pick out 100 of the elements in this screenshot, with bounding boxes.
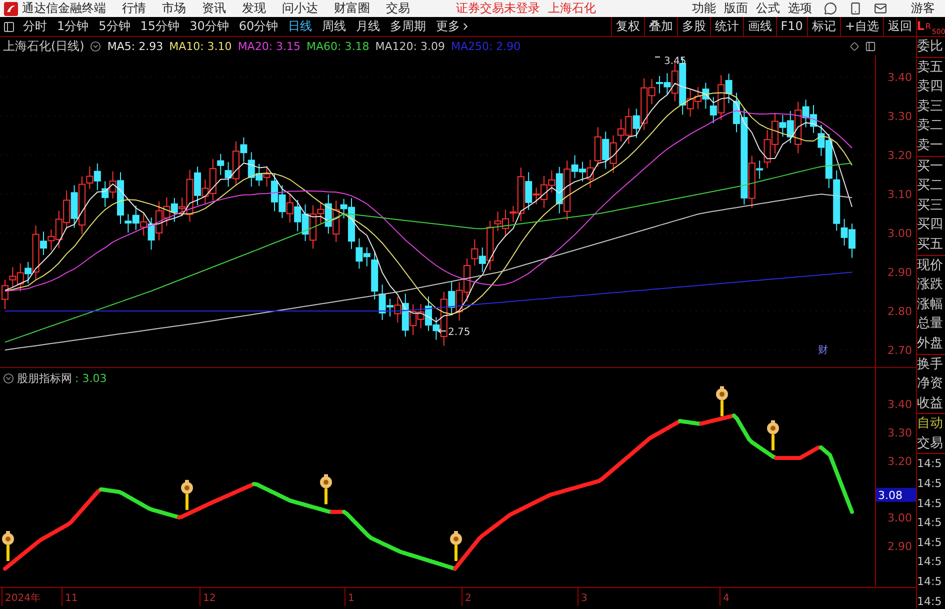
indicator-value: MA5: 2.93	[107, 40, 164, 52]
user-label[interactable]: 游客	[911, 0, 935, 17]
current-value-label: 3.08	[876, 488, 916, 502]
indicator-value: MA120: 3.09	[375, 40, 445, 52]
period-tab[interactable]: 日线	[283, 18, 318, 35]
period-tab[interactable]: 5分钟	[94, 18, 136, 35]
toolbar-button[interactable]: 返回	[883, 17, 916, 36]
trade-time: 14:5	[917, 574, 943, 590]
dropdown-icon[interactable]	[3, 373, 14, 384]
trade-time: 14:5	[917, 456, 943, 472]
axis-label: 3.20	[888, 149, 912, 162]
period-tab[interactable]: 多周期	[385, 18, 432, 35]
menu-item[interactable]: 市场	[162, 0, 186, 17]
dropdown-icon[interactable]	[90, 40, 102, 52]
quote-label: 换手	[917, 356, 944, 374]
indicator-value: : 3.03	[75, 372, 107, 385]
toolbar-button[interactable]: 标记	[806, 17, 840, 36]
menu-item[interactable]: 版面	[724, 0, 748, 17]
low-price-annotation: 2.75	[438, 327, 470, 338]
trade-time: 14:5	[917, 534, 943, 551]
axis-label: 3.40	[888, 71, 912, 84]
toolbar-button[interactable]: +自选	[840, 17, 883, 36]
toolbar-button[interactable]: 统计	[710, 17, 743, 36]
indicator-value: MA20: 3.15	[238, 40, 301, 52]
menu-item[interactable]: 功能	[692, 0, 716, 17]
diamond-icon[interactable]	[850, 42, 859, 50]
money-bag-icon	[320, 474, 332, 504]
chat-bubble-icon[interactable]	[824, 2, 837, 15]
trade-time: 14:5	[917, 594, 943, 609]
quote-label: 外盘	[917, 334, 944, 353]
axis-label: 3.40	[888, 398, 912, 411]
period-tab[interactable]: 分时	[18, 18, 52, 35]
quote-label: 卖二	[917, 117, 944, 136]
money-bag-icon	[767, 420, 779, 450]
quote-label: 买四	[917, 216, 944, 234]
finance-marker[interactable]: 财	[818, 345, 828, 356]
toolbar-button[interactable]: 复权	[610, 17, 644, 36]
menu-item[interactable]: 发现	[242, 0, 266, 17]
menu-item[interactable]: 行情	[122, 0, 146, 17]
trade-time: 14:5	[917, 515, 943, 532]
toolbar-button[interactable]: 多股	[676, 17, 710, 36]
axis-label: 3.30	[888, 110, 912, 123]
axis-label: 3.00	[888, 512, 912, 525]
quote-label: 买五	[917, 236, 944, 254]
login-notice: 证券交易未登录	[456, 0, 540, 17]
axis-label: 2.70	[888, 344, 912, 357]
trade-time: 14:5	[917, 554, 943, 570]
quote-label: 涨幅	[917, 296, 944, 314]
mail-icon[interactable]	[874, 2, 887, 15]
axis-label: 2.80	[888, 305, 912, 318]
axis-label: 3.30	[888, 426, 912, 440]
period-tab[interactable]: 15分钟	[135, 18, 185, 35]
axis-label: 12	[203, 593, 216, 604]
indicator-value: MA250: 2.90	[450, 40, 521, 52]
chart-title: 上海石化(日线)	[3, 38, 84, 54]
quote-label: 涨跌	[917, 276, 944, 294]
trade-time: 14:5	[917, 496, 943, 512]
axis-label: 3.10	[888, 188, 912, 201]
toolbar-button[interactable]: 叠加	[644, 17, 677, 36]
indicator-value: MA60: 3.18	[306, 40, 370, 52]
quote-label: 卖一	[917, 136, 944, 155]
period-tab[interactable]: 1分钟	[52, 18, 94, 35]
menu-item[interactable]: 公式	[756, 0, 780, 17]
quote-label: 总量	[917, 315, 944, 334]
quote-label: 现价	[917, 256, 944, 275]
indicator-title: 股朋指标网	[17, 371, 72, 386]
toolbar-button[interactable]: F10	[776, 17, 807, 36]
period-tab[interactable]: 60分钟	[234, 18, 284, 35]
stock-name: 上海石化	[548, 0, 596, 17]
menu-item[interactable]: 财富圈	[334, 0, 370, 17]
app-name: 通达信金融终端	[22, 0, 106, 17]
money-bag-icon	[716, 386, 728, 416]
axis-label: 11	[65, 593, 78, 604]
axis-label: 3.20	[888, 454, 912, 468]
menu-item[interactable]: 问小达	[282, 0, 318, 17]
indicator-value: MA10: 3.10	[169, 40, 232, 52]
quote-label: 卖三	[917, 98, 944, 116]
panel-icon[interactable]	[865, 40, 876, 52]
trade-time: 14:5	[917, 476, 943, 492]
axis-label: 2	[465, 593, 472, 604]
smartphone-icon[interactable]	[849, 2, 862, 15]
axis-label: 3.00	[888, 227, 912, 240]
toolbar-button[interactable]: 画线	[742, 17, 776, 36]
menu-item[interactable]: 交易	[386, 0, 410, 17]
quote-label: 买二	[917, 177, 944, 196]
menu-item[interactable]: 选项	[788, 0, 812, 17]
axis-label: 4	[723, 593, 730, 604]
period-tab[interactable]: 30分钟	[184, 18, 234, 35]
menu-item[interactable]: 资讯	[202, 0, 226, 17]
auto-label[interactable]: 自动	[917, 414, 945, 434]
period-tab[interactable]: 更多	[431, 18, 476, 35]
axis-label: 1	[348, 593, 354, 604]
money-bag-icon	[2, 531, 14, 562]
money-bag-icon	[181, 480, 193, 510]
period-tab[interactable]: 周线	[317, 18, 352, 35]
quote-label: 买三	[917, 196, 944, 215]
quote-label: 收益	[917, 394, 944, 413]
quote-label: 卖四	[917, 78, 944, 96]
period-tab[interactable]: 月线	[351, 18, 386, 35]
axis-label: 3	[581, 593, 588, 604]
